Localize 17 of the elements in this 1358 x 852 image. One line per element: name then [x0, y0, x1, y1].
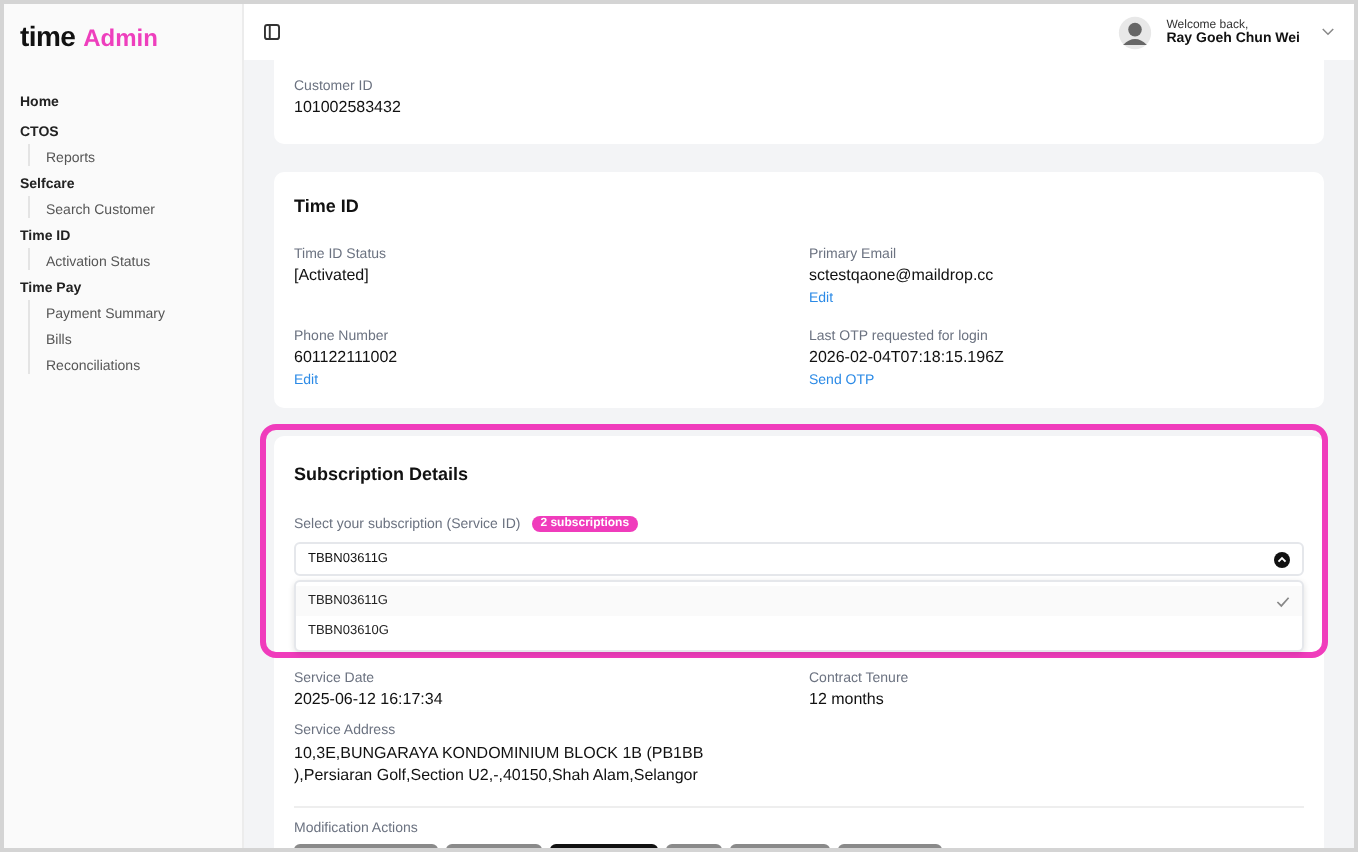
field-value: 12 months [809, 690, 886, 708]
sidebar-toggle-icon[interactable] [264, 24, 280, 40]
field-value: 2026-02-04T07:18:15.196Z [809, 348, 1006, 366]
card-title: Subscription Details [294, 464, 471, 484]
chevron-circle-icon [1274, 551, 1290, 567]
card-title: Time ID [294, 196, 361, 216]
field-value: 2025-06-12 16:17:34 [294, 690, 445, 708]
brand-logo: time [20, 20, 76, 52]
field-value: sctestqaone@maildrop.cc [809, 266, 996, 284]
field-value: 601122111002 [294, 348, 400, 366]
field-value: 10,3E,BUNGARAYA KONDOMINIUM BLOCK 1B (PB1BB ),Persiaran Golf,Section U2,-,40150,Shah Alam,Selangor [294, 742, 706, 786]
avatar-icon [1118, 15, 1153, 49]
chevron-down-icon[interactable] [1322, 28, 1334, 36]
check-icon [1276, 595, 1290, 607]
field-value: [Activated] [294, 266, 371, 284]
field-value: 101002583432 [294, 98, 403, 116]
brand-title: Admin [83, 24, 158, 52]
